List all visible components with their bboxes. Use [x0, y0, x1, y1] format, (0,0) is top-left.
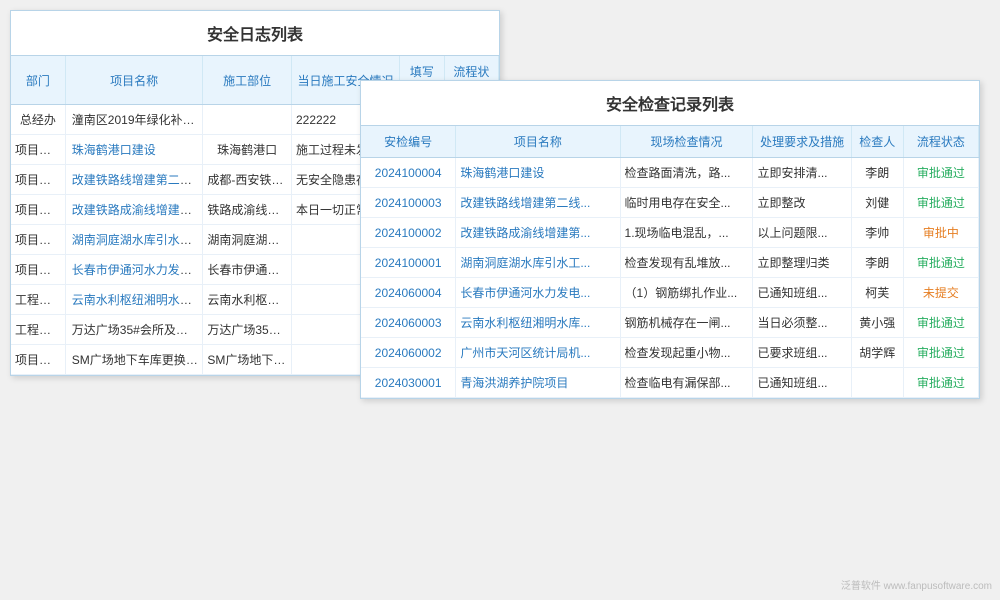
- proj-name-cell[interactable]: 改建铁路成渝线增建第...: [456, 218, 620, 248]
- proj-name-cell[interactable]: 珠海鹤港口建设: [65, 135, 203, 165]
- check-info-cell: 临时用电存在安全...: [620, 188, 753, 218]
- checker-cell: 黄小强: [851, 308, 903, 338]
- safety-check-body: 2024100004珠海鹤港口建设检查路面清洗，路...立即安排清...李朗审批…: [361, 158, 979, 398]
- site-cell: 珠海鹤港口: [203, 135, 292, 165]
- left-panel-title: 安全日志列表: [11, 11, 499, 56]
- dept-cell: 项目一部: [11, 165, 65, 195]
- handle-cell: 立即整理归类: [753, 248, 851, 278]
- handle-cell: 以上问题限...: [753, 218, 851, 248]
- checker-cell: 李朗: [851, 158, 903, 188]
- proj-name-cell: 万达广场35#会所及咖啡...: [65, 315, 203, 345]
- col-projname: 项目名称: [456, 126, 620, 158]
- check-info-cell: 检查发现起重小物...: [620, 338, 753, 368]
- handle-cell: 立即安排清...: [753, 158, 851, 188]
- status-cell: 审批通过: [903, 188, 978, 218]
- right-panel-title: 安全检查记录列表: [361, 81, 979, 126]
- checker-cell: 李朗: [851, 248, 903, 278]
- check-id-cell[interactable]: 2024100004: [361, 158, 456, 188]
- status-cell: 审批通过: [903, 338, 978, 368]
- dept-cell: 项目二部: [11, 195, 65, 225]
- status-cell: 审批通过: [903, 158, 978, 188]
- check-id-cell[interactable]: 2024060003: [361, 308, 456, 338]
- site-cell: 万达广场35#会...: [203, 315, 292, 345]
- handle-cell: 已通知班组...: [753, 278, 851, 308]
- table-row: 2024100001湖南洞庭湖水库引水工...检查发现有乱堆放...立即整理归类…: [361, 248, 979, 278]
- check-info-cell: 检查路面清洗，路...: [620, 158, 753, 188]
- site-cell: 湖南洞庭湖水库: [203, 225, 292, 255]
- proj-name-cell: 潼南区2019年绿化补贴项...: [65, 105, 203, 135]
- site-cell: 云南水利枢纽湘...: [203, 285, 292, 315]
- site-cell: 铁路成渝线（成...: [203, 195, 292, 225]
- dept-cell: 项目一部: [11, 225, 65, 255]
- checker-cell: 胡学辉: [851, 338, 903, 368]
- table-row: 2024060002广州市天河区统计局机...检查发现起重小物...已要求班组.…: [361, 338, 979, 368]
- site-cell: 长春市伊通河水...: [203, 255, 292, 285]
- status-cell: 审批通过: [903, 368, 978, 398]
- table-row: 2024060004长春市伊通河水力发电...（1）钢筋绑扎作业...已通知班组…: [361, 278, 979, 308]
- proj-name-cell[interactable]: 湖南洞庭湖水库引水工...: [456, 248, 620, 278]
- watermark: 泛普软件 www.fanpusoftware.com: [841, 577, 992, 592]
- table-row: 2024030001青海洪湖养护院项目检查临电有漏保部...已通知班组... 审批…: [361, 368, 979, 398]
- dept-cell: 工程管...: [11, 315, 65, 345]
- handle-cell: 当日必须整...: [753, 308, 851, 338]
- col-handle: 处理要求及措施: [753, 126, 851, 158]
- proj-name-cell[interactable]: 青海洪湖养护院项目: [456, 368, 620, 398]
- check-id-cell[interactable]: 2024100002: [361, 218, 456, 248]
- check-id-cell[interactable]: 2024100001: [361, 248, 456, 278]
- dept-cell: 项目三部: [11, 255, 65, 285]
- check-id-cell[interactable]: 2024060004: [361, 278, 456, 308]
- site-cell: 成都-西安铁路...: [203, 165, 292, 195]
- check-info-cell: 检查发现有乱堆放...: [620, 248, 753, 278]
- handle-cell: 已要求班组...: [753, 338, 851, 368]
- status-cell: 审批通过: [903, 248, 978, 278]
- handle-cell: 立即整改: [753, 188, 851, 218]
- right-panel: 安全检查记录列表 安检编号 项目名称 现场检查情况 处理要求及措施 检查人 流程…: [360, 80, 980, 399]
- proj-name-cell[interactable]: 湖南洞庭湖水库引水工程...: [65, 225, 203, 255]
- table-row: 2024100004珠海鹤港口建设检查路面清洗，路...立即安排清...李朗审批…: [361, 158, 979, 188]
- check-id-cell[interactable]: 2024100003: [361, 188, 456, 218]
- col-status: 流程状态: [903, 126, 978, 158]
- proj-name-cell[interactable]: 改建铁路成渝线增建第二...: [65, 195, 203, 225]
- status-cell: 未提交: [903, 278, 978, 308]
- proj-name-cell[interactable]: 改建铁路线增建第二线直...: [65, 165, 203, 195]
- check-info-cell: 钢筋机械存在一闸...: [620, 308, 753, 338]
- col-checkid: 安检编号: [361, 126, 456, 158]
- proj-name-cell[interactable]: 长春市伊通河水力发电...: [456, 278, 620, 308]
- col-dept: 部门: [11, 56, 65, 105]
- dept-cell: 工程管...: [11, 285, 65, 315]
- checker-cell: 柯芙: [851, 278, 903, 308]
- table-row: 2024100002改建铁路成渝线增建第...1.现场临电混乱，...以上问题限…: [361, 218, 979, 248]
- proj-name-cell[interactable]: 改建铁路线增建第二线...: [456, 188, 620, 218]
- check-info-cell: （1）钢筋绑扎作业...: [620, 278, 753, 308]
- check-info-cell: 1.现场临电混乱，...: [620, 218, 753, 248]
- proj-name-cell[interactable]: 云南水利枢纽湘明水库—...: [65, 285, 203, 315]
- dept-cell: 项目三部: [11, 135, 65, 165]
- table-row: 2024060003云南水利枢纽湘明水库...钢筋机械存在一闸...当日必须整.…: [361, 308, 979, 338]
- proj-name-cell[interactable]: 珠海鹤港口建设: [456, 158, 620, 188]
- status-cell: 审批中: [903, 218, 978, 248]
- safety-check-table: 安检编号 项目名称 现场检查情况 处理要求及措施 检查人 流程状态 202410…: [361, 126, 979, 398]
- checker-cell: 李帅: [851, 218, 903, 248]
- proj-name-cell[interactable]: 长春市伊通河水力发电厂...: [65, 255, 203, 285]
- safety-check-header-row: 安检编号 项目名称 现场检查情况 处理要求及措施 检查人 流程状态: [361, 126, 979, 158]
- site-cell: SM广场地下车库: [203, 345, 292, 375]
- proj-name-cell[interactable]: 广州市天河区统计局机...: [456, 338, 620, 368]
- proj-name-cell[interactable]: 云南水利枢纽湘明水库...: [456, 308, 620, 338]
- dept-cell: 总经办: [11, 105, 65, 135]
- check-id-cell[interactable]: 2024060002: [361, 338, 456, 368]
- col-checker: 检查人: [851, 126, 903, 158]
- checker-cell: 刘健: [851, 188, 903, 218]
- check-id-cell[interactable]: 2024030001: [361, 368, 456, 398]
- col-proj: 项目名称: [65, 56, 203, 105]
- check-info-cell: 检查临电有漏保部...: [620, 368, 753, 398]
- dept-cell: 项目二部: [11, 345, 65, 375]
- proj-name-cell: SM广场地下车库更换摄...: [65, 345, 203, 375]
- status-cell: 审批通过: [903, 308, 978, 338]
- col-site: 施工部位: [203, 56, 292, 105]
- checker-cell: [851, 368, 903, 398]
- site-cell: [203, 105, 292, 135]
- table-row: 2024100003改建铁路线增建第二线...临时用电存在安全...立即整改刘健…: [361, 188, 979, 218]
- col-checkinfo: 现场检查情况: [620, 126, 753, 158]
- handle-cell: 已通知班组...: [753, 368, 851, 398]
